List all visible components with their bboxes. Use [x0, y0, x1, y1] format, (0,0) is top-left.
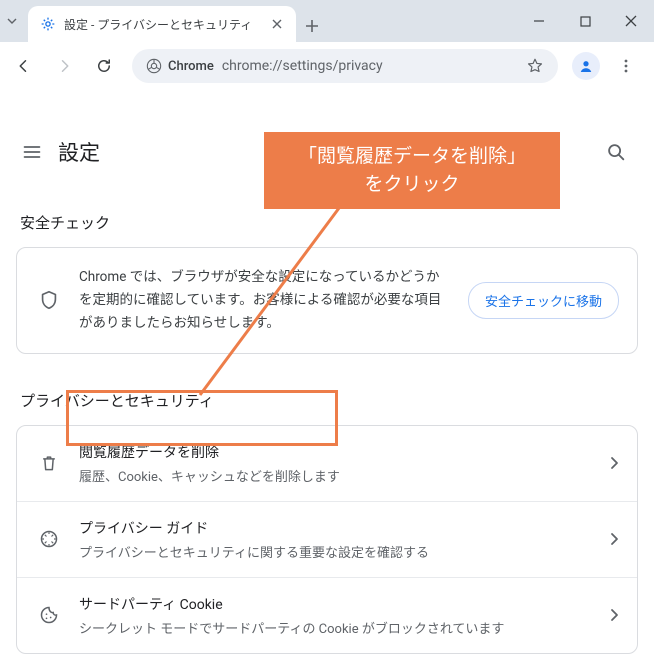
annotation-line2: をクリック — [272, 170, 552, 198]
section-title-safety: 安全チェック — [0, 212, 654, 233]
row-secondary: 履歴、Cookie、キャッシュなどを削除します — [79, 466, 593, 485]
close-tab-button[interactable] — [268, 15, 286, 33]
annotation-line1: 「閲覧履歴データを削除」 — [272, 142, 552, 170]
privacy-list: 閲覧履歴データを削除 履歴、Cookie、キャッシュなどを削除します プライバシ… — [16, 425, 638, 654]
chevron-right-icon — [609, 608, 619, 622]
page-title: 設定 — [58, 137, 100, 167]
reload-button[interactable] — [86, 48, 122, 84]
forward-button[interactable] — [46, 48, 82, 84]
row-primary: 閲覧履歴データを削除 — [79, 442, 593, 462]
site-identity[interactable]: Chrome — [146, 58, 214, 74]
safety-check-text: Chrome では、ブラウザが安全な設定になっているかどうかを定期的に確認してい… — [79, 266, 452, 335]
annotation-callout: 「閲覧履歴データを削除」 をクリック — [264, 132, 560, 209]
row-primary: サードパーティ Cookie — [79, 594, 593, 614]
window-maximize-button[interactable] — [562, 0, 608, 42]
safety-check-card: Chrome では、ブラウザが安全な設定になっているかどうかを定期的に確認してい… — [16, 247, 638, 354]
new-tab-button[interactable] — [296, 10, 328, 42]
browser-tab[interactable]: 設定 - プライバシーとセキュリティ — [28, 6, 296, 42]
safety-check-go-button[interactable]: 安全チェックに移動 — [468, 282, 619, 319]
url-text: chrome://settings/privacy — [222, 58, 383, 74]
row-secondary: プライバシーとセキュリティに関する重要な設定を確認する — [79, 542, 593, 561]
chevron-right-icon — [609, 456, 619, 470]
row-secondary: シークレット モードでサードパーティの Cookie がブロックされています — [79, 618, 593, 637]
chevron-right-icon — [609, 532, 619, 546]
search-icon[interactable] — [600, 141, 632, 163]
window-minimize-button[interactable] — [516, 0, 562, 42]
browser-toolbar: Chrome chrome://settings/privacy — [0, 42, 654, 90]
compass-icon — [35, 529, 63, 549]
section-title-privacy: プライバシーとセキュリティ — [0, 390, 654, 411]
row-third-party-cookies[interactable]: サードパーティ Cookie シークレット モードでサードパーティの Cooki… — [17, 578, 637, 653]
tab-title: 設定 - プライバシーとセキュリティ — [64, 16, 252, 33]
chrome-icon — [146, 58, 162, 74]
tab-search-dropdown[interactable] — [0, 0, 24, 42]
menu-icon[interactable] — [22, 142, 54, 162]
window-buttons — [516, 0, 654, 42]
window-close-button[interactable] — [608, 0, 654, 42]
address-bar[interactable]: Chrome chrome://settings/privacy — [132, 49, 558, 83]
row-clear-browsing-data[interactable]: 閲覧履歴データを削除 履歴、Cookie、キャッシュなどを削除します — [17, 426, 637, 502]
browser-menu-button[interactable] — [608, 58, 644, 74]
gear-icon — [40, 16, 56, 32]
row-primary: プライバシー ガイド — [79, 518, 593, 538]
back-button[interactable] — [6, 48, 42, 84]
cookie-icon — [35, 605, 63, 625]
bookmark-star-icon[interactable] — [526, 57, 544, 75]
shield-icon — [35, 289, 63, 311]
window-titlebar: 設定 - プライバシーとセキュリティ — [0, 0, 654, 42]
site-label: Chrome — [168, 59, 214, 74]
row-privacy-guide[interactable]: プライバシー ガイド プライバシーとセキュリティに関する重要な設定を確認する — [17, 502, 637, 578]
trash-icon — [35, 453, 63, 473]
profile-avatar[interactable] — [572, 52, 600, 80]
